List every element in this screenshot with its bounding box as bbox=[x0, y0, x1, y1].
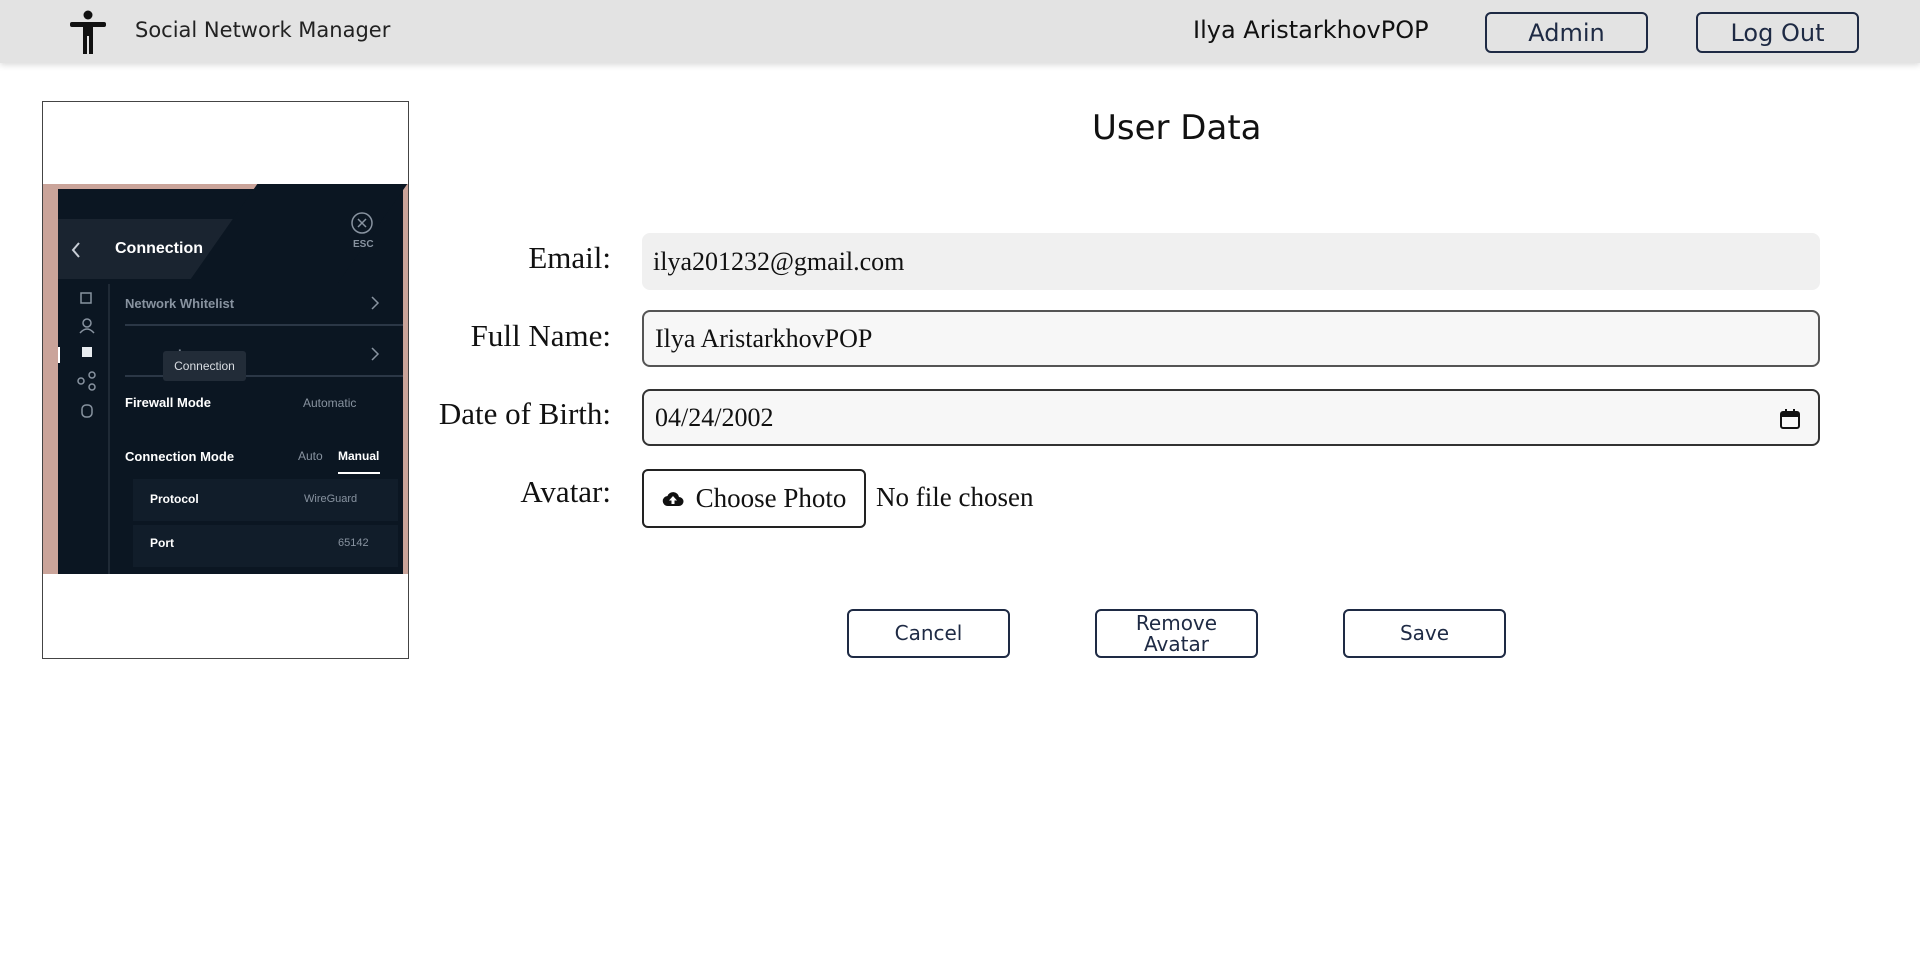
close-circle-icon bbox=[351, 212, 373, 234]
mode-auto: Auto bbox=[298, 449, 323, 463]
app-title: Social Network Manager bbox=[135, 18, 391, 42]
sidebar-icons bbox=[77, 292, 96, 418]
admin-button[interactable]: Admin bbox=[1485, 12, 1648, 53]
protocol-value: WireGuard bbox=[304, 493, 358, 505]
choose-photo-button[interactable]: Choose Photo bbox=[642, 469, 866, 528]
choose-photo-label: Choose Photo bbox=[695, 483, 847, 513]
email-label: Email: bbox=[528, 240, 611, 275]
chevron-right-icon bbox=[371, 296, 380, 310]
avatar-image: Connection ESC Network Whitelist Firewal… bbox=[43, 184, 408, 574]
dob-input[interactable]: 04/24/2002 bbox=[642, 389, 1820, 446]
firewall-mode-value: Automatic bbox=[303, 396, 357, 410]
connection-mode-label: Connection Mode bbox=[125, 449, 235, 464]
email-value: ilya201232@gmail.com bbox=[653, 246, 905, 276]
protocol-label: Protocol bbox=[150, 492, 199, 506]
top-navbar: Social Network Manager Ilya AristarkhovP… bbox=[0, 0, 1920, 63]
calendar-icon[interactable] bbox=[1778, 407, 1802, 431]
dob-value: 04/24/2002 bbox=[655, 402, 774, 432]
email-field: ilya201232@gmail.com bbox=[642, 233, 1820, 290]
fullname-label: Full Name: bbox=[470, 318, 611, 353]
fullname-input[interactable]: Ilya AristarkhovPOP bbox=[642, 310, 1820, 367]
port-label: Port bbox=[150, 536, 174, 550]
logout-button[interactable]: Log Out bbox=[1696, 12, 1859, 53]
network-whitelist-item: Network Whitelist bbox=[125, 296, 235, 311]
current-user-name: Ilya AristarkhovPOP bbox=[1193, 16, 1429, 44]
connection-tooltip: Connection bbox=[163, 351, 246, 381]
no-file-text: No file chosen bbox=[876, 482, 1034, 512]
save-button[interactable]: Save bbox=[1343, 609, 1506, 658]
avatar-screenshot-panel: Connection ESC Network Whitelist Firewal… bbox=[58, 184, 408, 574]
chevron-right-icon bbox=[371, 347, 380, 361]
page-title: User Data bbox=[1092, 108, 1262, 148]
avatar-label: Avatar: bbox=[520, 474, 611, 509]
panel-title: Connection bbox=[115, 240, 203, 257]
fullname-value: Ilya AristarkhovPOP bbox=[655, 323, 873, 353]
port-value: 65142 bbox=[338, 537, 369, 549]
esc-label: ESC bbox=[353, 239, 374, 250]
cancel-button[interactable]: Cancel bbox=[847, 609, 1010, 658]
dob-label: Date of Birth: bbox=[438, 396, 611, 431]
back-chevron-icon bbox=[71, 242, 80, 258]
person-logo-icon bbox=[70, 10, 106, 54]
remove-avatar-button[interactable]: Remove Avatar bbox=[1095, 609, 1258, 658]
avatar-preview-frame: Connection ESC Network Whitelist Firewal… bbox=[42, 101, 409, 659]
mode-manual: Manual bbox=[338, 449, 380, 463]
cloud-upload-icon bbox=[662, 491, 684, 506]
firewall-mode-label: Firewall Mode bbox=[125, 395, 211, 410]
